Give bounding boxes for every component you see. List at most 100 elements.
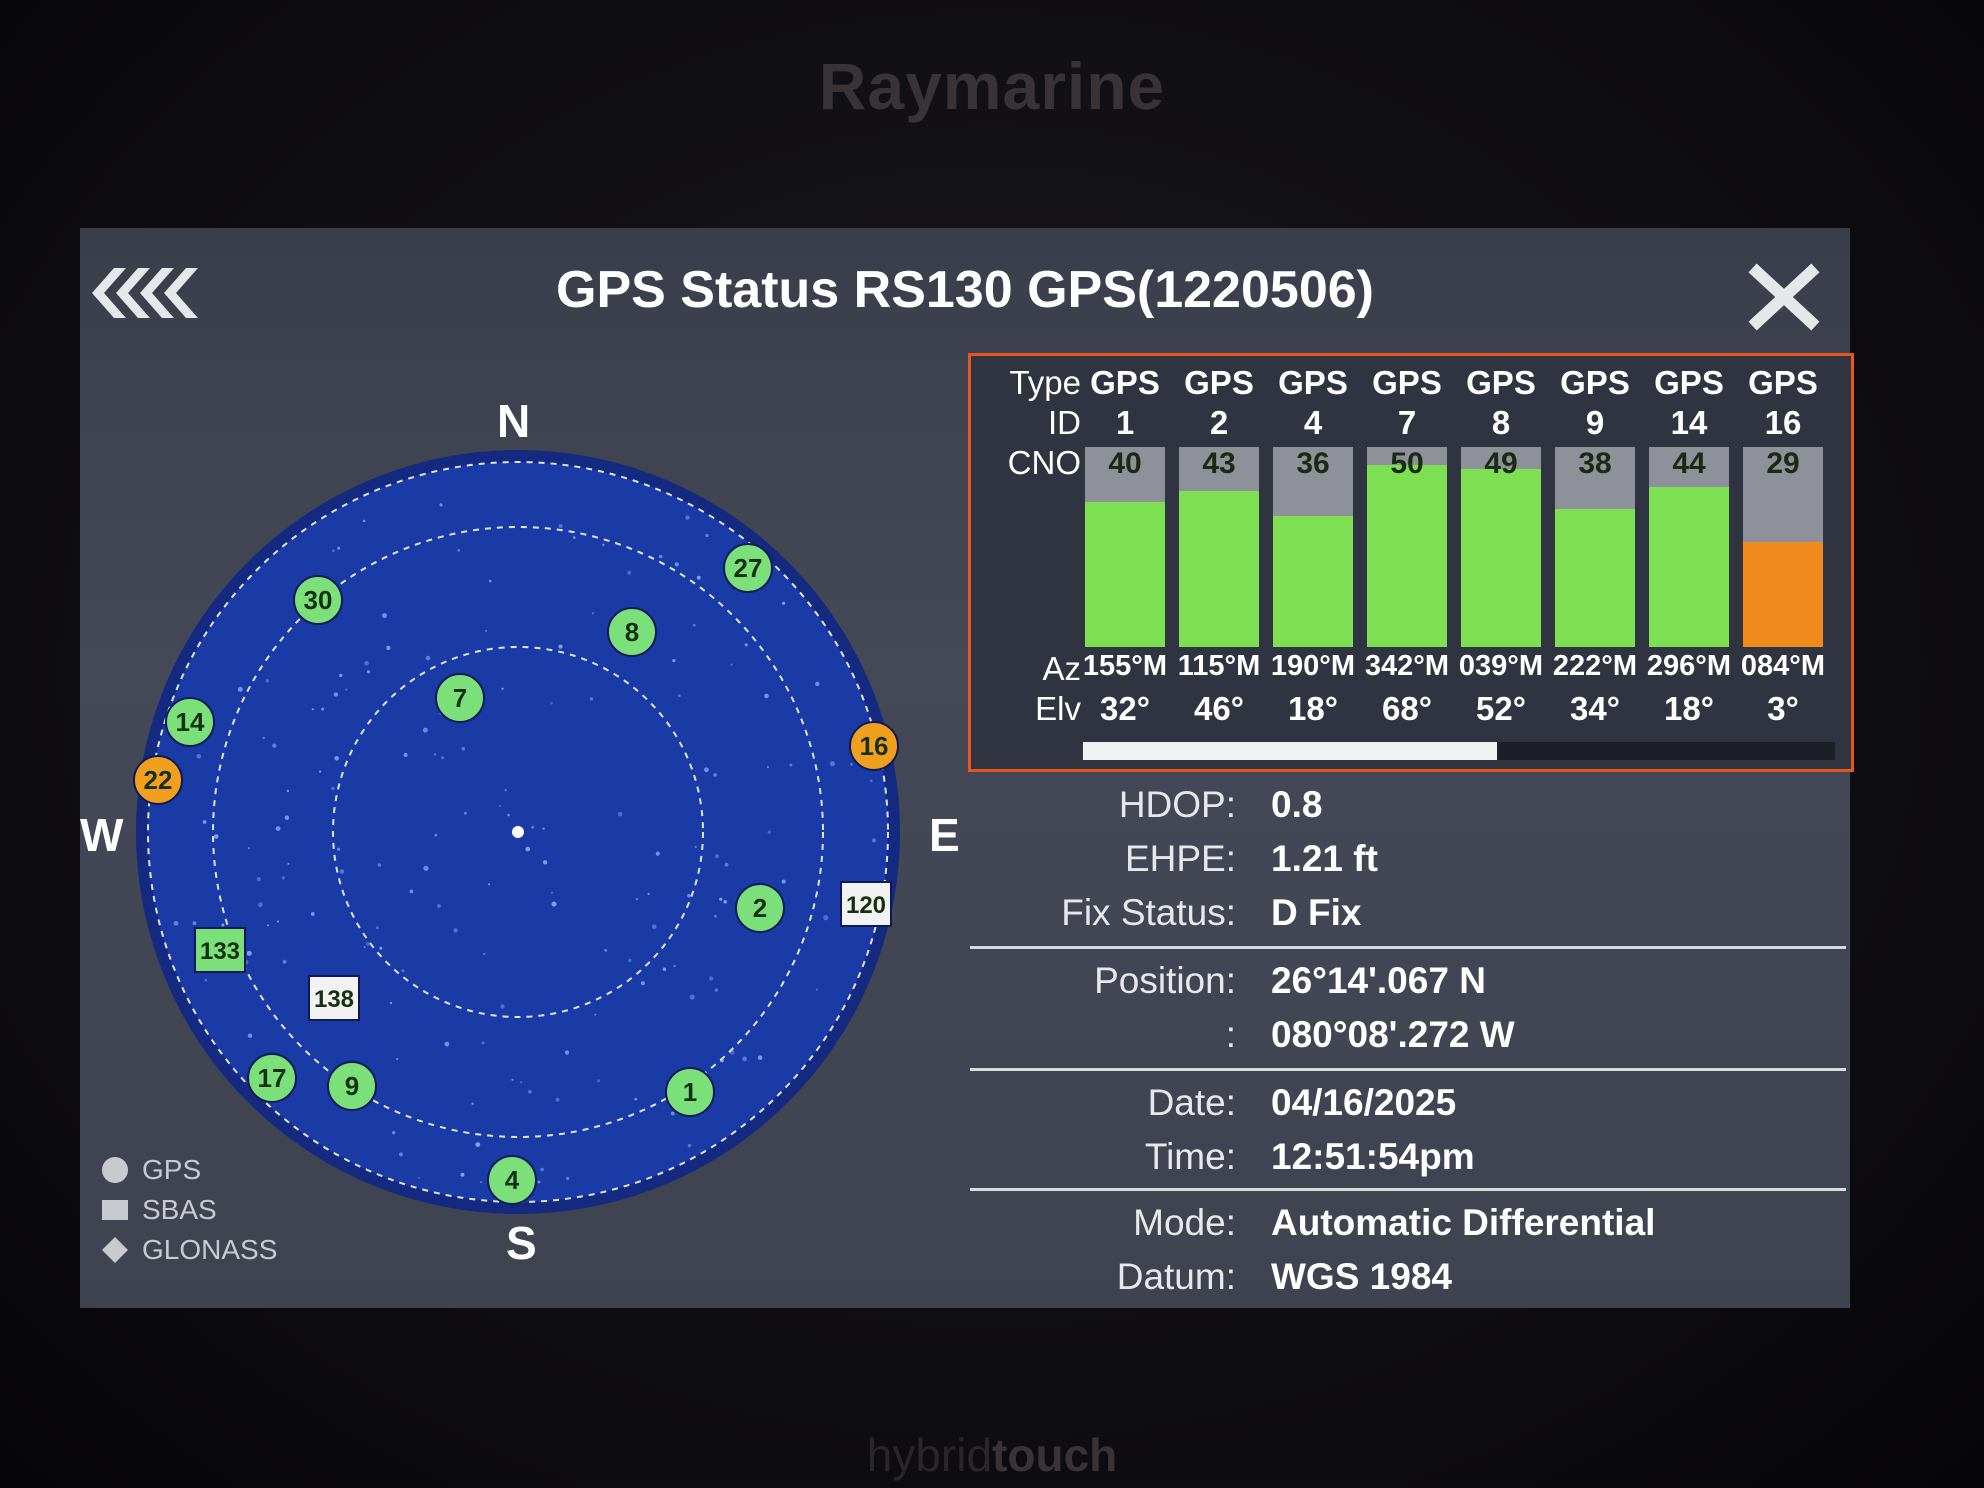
legend-diamond-icon bbox=[98, 1236, 132, 1264]
compass-north: N bbox=[497, 395, 531, 447]
satellite-marker: 138 bbox=[308, 975, 360, 1021]
satellite-id-label: 7 bbox=[453, 683, 467, 713]
signal-strength-panel[interactable]: Type ID CNO Az Elv GPS 1 40 155°M 32° GPS 2 43 1… bbox=[968, 353, 1854, 772]
close-icon bbox=[1748, 263, 1820, 331]
legend-gps: GPS bbox=[98, 1150, 277, 1190]
sat-type-label: GPS bbox=[1748, 364, 1818, 401]
date-row: Date: 04/16/2025 bbox=[968, 1082, 1848, 1136]
elevation-label: 34° bbox=[1570, 690, 1620, 727]
elevation-label: 52° bbox=[1476, 690, 1526, 727]
satellite-marker: 133 bbox=[194, 927, 246, 973]
azimuth-label: 342°M bbox=[1364, 650, 1450, 682]
sat-id-label: 1 bbox=[1115, 404, 1135, 441]
sat-type-label: GPS bbox=[1654, 364, 1724, 401]
satellite-marker: 7 bbox=[435, 673, 485, 723]
compass-east: E bbox=[929, 809, 960, 861]
cno-bar bbox=[1461, 468, 1541, 647]
cno-value-label: 50 bbox=[1390, 447, 1424, 480]
elevation-label: 3° bbox=[1767, 690, 1799, 727]
satellite-id-label: 1 bbox=[683, 1077, 697, 1107]
hybridtouch-logo: hybridtouch bbox=[866, 1429, 1118, 1481]
elevation-label: 46° bbox=[1194, 690, 1244, 727]
cno-bar bbox=[1085, 501, 1165, 647]
satellite-id-label: 120 bbox=[846, 892, 886, 919]
satellite-id-label: 133 bbox=[200, 938, 240, 965]
position-label: Position: bbox=[1094, 960, 1236, 1001]
legend-circle-icon bbox=[98, 1156, 132, 1184]
cno-value-label: 44 bbox=[1672, 447, 1706, 480]
satellite-marker: 1 bbox=[665, 1067, 715, 1117]
sat-type-label: GPS bbox=[1278, 364, 1348, 401]
hdop-value: 0.8 bbox=[1271, 784, 1323, 825]
sat-id-label: 9 bbox=[1585, 404, 1605, 441]
mode-value: Automatic Differential bbox=[1271, 1202, 1656, 1243]
satellite-marker: 30 bbox=[293, 575, 343, 625]
sat-id-label: 7 bbox=[1397, 404, 1417, 441]
satellite-marker: 2 bbox=[735, 883, 785, 933]
sat-type-label: GPS bbox=[1560, 364, 1630, 401]
legend-sbas: SBAS bbox=[98, 1190, 277, 1230]
satellite-marker: 16 bbox=[849, 721, 899, 771]
mode-label: Mode: bbox=[1133, 1202, 1236, 1243]
satellite-marker: 9 bbox=[327, 1061, 377, 1111]
ehpe-row: EHPE: 1.21 ft bbox=[968, 838, 1848, 892]
compass-south: S bbox=[506, 1217, 537, 1269]
satellite-marker: 27 bbox=[723, 543, 773, 593]
datum-row: Datum: WGS 1984 bbox=[968, 1256, 1848, 1310]
satellite-column: GPS 14 44 296°M 18° bbox=[1647, 356, 1731, 736]
fix-status-value: D Fix bbox=[1271, 892, 1362, 933]
table-scrollbar-thumb[interactable] bbox=[1083, 742, 1497, 760]
sat-id-label: 2 bbox=[1209, 404, 1229, 441]
azimuth-label: 190°M bbox=[1270, 650, 1356, 682]
satellite-id-label: 138 bbox=[314, 986, 354, 1013]
satellite-id-label: 2 bbox=[753, 893, 767, 923]
divider bbox=[970, 1188, 1846, 1191]
cno-bar-track: 36 bbox=[1273, 447, 1353, 647]
time-value: 12:51:54pm bbox=[1271, 1136, 1475, 1177]
satellite-id-label: 8 bbox=[625, 617, 639, 647]
satellite-id-label: 17 bbox=[258, 1063, 287, 1093]
longitude-value: 080°08'.272 W bbox=[1271, 1014, 1515, 1055]
ehpe-value: 1.21 ft bbox=[1271, 838, 1378, 879]
cno-bar-track: 49 bbox=[1461, 447, 1541, 647]
cno-bar-track: 43 bbox=[1179, 447, 1259, 647]
azimuth-label: 084°M bbox=[1740, 650, 1826, 682]
cno-bar-track: 44 bbox=[1649, 447, 1729, 647]
hdop-row: HDOP: 0.8 bbox=[968, 784, 1848, 838]
azimuth-label: 296°M bbox=[1646, 650, 1732, 682]
satellite-column: GPS 8 49 039°M 52° bbox=[1459, 356, 1543, 736]
azimuth-label: 222°M bbox=[1552, 650, 1638, 682]
azimuth-label: 155°M bbox=[1082, 650, 1168, 682]
close-button[interactable] bbox=[1745, 262, 1825, 332]
divider bbox=[970, 946, 1846, 949]
cno-value-label: 38 bbox=[1578, 447, 1612, 480]
satellite-id-label: 4 bbox=[505, 1165, 520, 1195]
position-lon-row: : 080°08'.272 W bbox=[968, 1014, 1848, 1068]
satellite-id-label: 30 bbox=[304, 585, 333, 615]
satellite-column: GPS 4 36 190°M 18° bbox=[1271, 356, 1355, 736]
cno-bar-track: 50 bbox=[1367, 447, 1447, 647]
azimuth-label: 039°M bbox=[1458, 650, 1544, 682]
datum-label: Datum: bbox=[1116, 1256, 1236, 1297]
satellite-marker: 14 bbox=[165, 697, 215, 747]
elevation-label: 18° bbox=[1664, 690, 1714, 727]
cno-value-label: 43 bbox=[1202, 447, 1236, 480]
satellite-id-label: 27 bbox=[734, 553, 763, 583]
cno-bar-track: 29 bbox=[1743, 447, 1823, 647]
satellite-column: GPS 2 43 115°M 46° bbox=[1177, 356, 1261, 736]
mode-row: Mode: Automatic Differential bbox=[968, 1202, 1848, 1256]
elevation-label: 68° bbox=[1382, 690, 1432, 727]
sat-type-label: GPS bbox=[1184, 364, 1254, 401]
sat-id-label: 4 bbox=[1303, 404, 1323, 441]
cno-value-label: 36 bbox=[1296, 447, 1330, 480]
row-label-az: Az bbox=[1042, 650, 1081, 687]
table-scrollbar[interactable] bbox=[1083, 742, 1835, 760]
elevation-label: 18° bbox=[1288, 690, 1338, 727]
satellite-marker: 120 bbox=[840, 881, 892, 927]
page-title: GPS Status RS130 GPS(1220506) bbox=[556, 261, 1374, 319]
row-label-elv: Elv bbox=[1035, 690, 1081, 727]
divider bbox=[970, 1068, 1846, 1071]
satellite-column: GPS 16 29 084°M 3° bbox=[1741, 356, 1825, 736]
brand-logo: Raymarine bbox=[818, 49, 1166, 123]
sat-type-label: GPS bbox=[1372, 364, 1442, 401]
